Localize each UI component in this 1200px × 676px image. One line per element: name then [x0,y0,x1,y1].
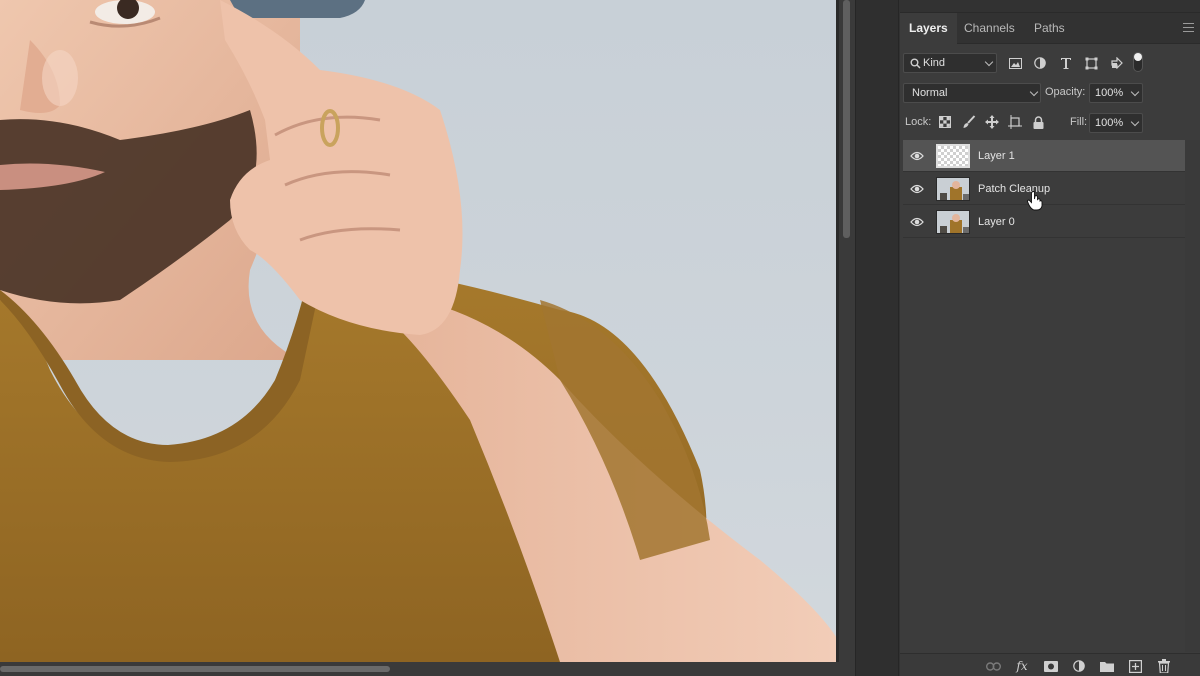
fill-label: Fill: [1070,116,1088,128]
tab-paths[interactable]: Paths [1025,13,1074,44]
layers-panel: Layers Channels Paths Kind Normal Opacit… [900,0,1200,676]
panel-menu-icon[interactable] [1183,23,1194,32]
visibility-eye-icon[interactable] [910,216,924,228]
panel-tab-bar: Layers Channels Paths [900,13,1200,45]
layers-list-scroll-track [1185,140,1200,652]
lock-all-icon[interactable] [1029,113,1047,131]
chevron-down-icon [1130,117,1140,127]
new-layer-icon[interactable] [1127,658,1143,674]
fx-icon[interactable]: fx [1014,658,1030,674]
layers-bottom-bar: fx [900,653,1200,676]
group-folder-icon[interactable] [1099,658,1115,674]
layer-row-layer-0[interactable]: Layer 0 [903,206,1185,238]
vertical-scroll-thumb[interactable] [843,0,850,238]
opacity-value: 100% [1095,87,1124,99]
search-icon [910,58,921,69]
link-layers-icon[interactable] [985,658,1001,674]
smart-object-filter-icon[interactable] [1108,54,1126,72]
visibility-eye-icon[interactable] [910,150,924,162]
layer-row-layer-1[interactable]: Layer 1 [903,140,1185,172]
panel-top-strip [900,0,1200,13]
fill-field[interactable]: 100% [1089,113,1143,133]
blend-mode-value: Normal [912,87,948,99]
document-canvas[interactable] [0,0,838,662]
filter-toggle-icon[interactable] [1132,51,1144,73]
layer-name: Layer 0 [978,216,1015,228]
chevron-down-icon [984,57,994,67]
chevron-down-icon [1029,87,1039,97]
lock-artboard-icon[interactable] [1006,113,1024,131]
image-filter-icon[interactable] [1006,54,1024,72]
adjustment-filter-icon[interactable] [1031,54,1049,72]
type-filter-icon[interactable] [1057,54,1075,72]
layer-row-patch-cleanup[interactable]: Patch Cleanup [903,173,1185,205]
horizontal-scrollbar[interactable] [0,662,855,676]
fill-value: 100% [1095,117,1124,129]
blend-mode-dropdown[interactable]: Normal [903,83,1041,103]
filter-kind-value: Kind [923,57,946,69]
visibility-eye-icon[interactable] [910,183,924,195]
shape-filter-icon[interactable] [1082,54,1100,72]
opacity-field[interactable]: 100% [1089,83,1143,103]
lock-image-pixels-icon[interactable] [960,113,978,131]
opacity-label: Opacity: [1045,86,1086,98]
panel-gutter [855,0,899,676]
photo-image [0,0,838,662]
layer-name: Layer 1 [978,150,1015,162]
lock-transparent-pixels-icon[interactable] [936,113,954,131]
tab-channels[interactable]: Channels [955,13,1024,44]
lock-label: Lock: [905,116,932,128]
layer-thumbnail [936,210,970,234]
chevron-down-icon [1130,87,1140,97]
hand-cursor-icon [1027,191,1043,211]
filter-kind-dropdown[interactable]: Kind [903,53,997,73]
add-mask-icon[interactable] [1043,658,1059,674]
horizontal-scroll-thumb[interactable] [0,666,390,672]
adjustment-layer-icon[interactable] [1071,658,1087,674]
tab-layers[interactable]: Layers [900,13,957,45]
delete-layer-icon[interactable] [1156,658,1172,674]
lock-position-icon[interactable] [983,113,1001,131]
vertical-scrollbar[interactable] [839,0,855,662]
layer-thumbnail [936,144,970,168]
layer-thumbnail [936,177,970,201]
